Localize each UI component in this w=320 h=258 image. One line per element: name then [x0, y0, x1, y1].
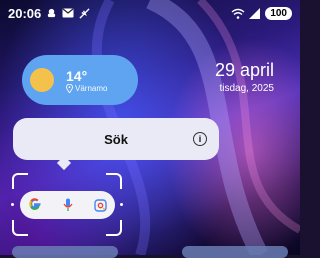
weather-location: Värnamo [75, 83, 108, 93]
bottom-widget-right[interactable] [182, 246, 288, 258]
frame-corner-bottom-left [12, 220, 28, 236]
resize-handle-right[interactable] [120, 203, 123, 206]
lens-icon[interactable] [94, 198, 107, 212]
weather-temperature: 14° [66, 67, 88, 84]
bottom-widget-left[interactable] [12, 246, 118, 258]
wifi-icon [231, 8, 245, 19]
location-pin-icon [66, 83, 73, 93]
battery-indicator: 100 [265, 6, 292, 20]
date-widget[interactable]: 29 april tisdag, 2025 [215, 60, 274, 94]
search-option[interactable]: Sök [104, 132, 128, 147]
date-weekday-year: tisdag, 2025 [219, 83, 275, 94]
frame-corner-top-left [12, 173, 28, 189]
status-bar: 20:06 100 [0, 0, 300, 26]
frame-corner-bottom-right [106, 220, 122, 236]
mail-icon [62, 8, 74, 18]
frame-corner-top-right [106, 173, 122, 189]
sun-icon [30, 68, 54, 92]
search-popup-menu[interactable]: Sök i [13, 118, 219, 160]
weather-widget[interactable]: 14° Värnamo [22, 55, 138, 105]
google-icon[interactable] [28, 197, 42, 214]
info-icon[interactable]: i [193, 132, 207, 146]
resize-handle-left[interactable] [11, 203, 14, 206]
signal-icon [249, 7, 261, 19]
microphone-icon[interactable] [63, 198, 73, 212]
status-time: 20:06 [8, 5, 42, 21]
date-main: 29 april [214, 60, 274, 80]
google-search-bar[interactable] [20, 191, 115, 219]
airplane-mode-icon [79, 7, 90, 19]
notification-icon [48, 8, 56, 17]
